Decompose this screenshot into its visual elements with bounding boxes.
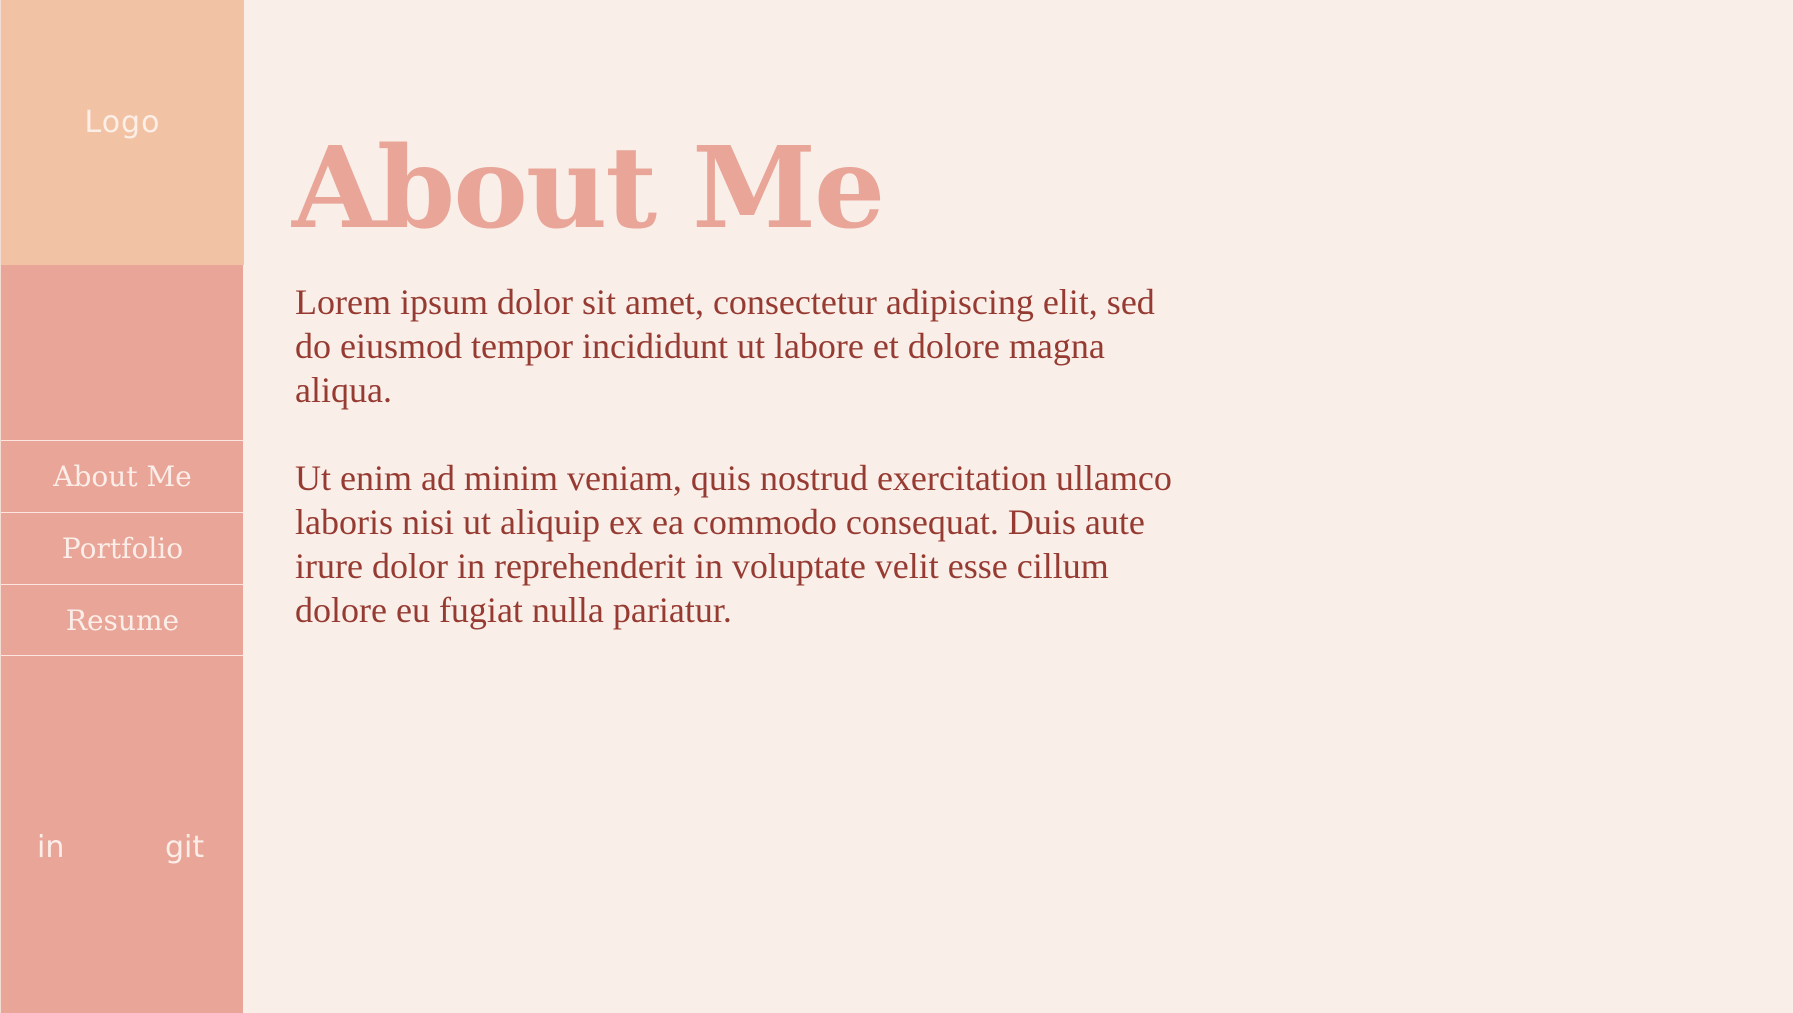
page-title: About Me bbox=[292, 123, 885, 254]
nav-item-resume[interactable]: Resume bbox=[1, 584, 244, 656]
second-paragraph: Ut enim ad minim veniam, quis nostrud ex… bbox=[295, 457, 1172, 630]
sidebar: Logo About Me Portfolio Resume in git bbox=[0, 0, 244, 1013]
linkedin-link[interactable]: in bbox=[37, 830, 64, 865]
intro-paragraph: Lorem ipsum dolor sit amet, consectetur … bbox=[295, 281, 1155, 410]
nav-item-portfolio[interactable]: Portfolio bbox=[1, 512, 244, 584]
logo-block[interactable]: Logo bbox=[1, 0, 244, 265]
social-links: in git bbox=[1, 830, 244, 880]
main-content: About Me Lorem ipsum dolor sit amet, con… bbox=[292, 123, 1192, 632]
github-link[interactable]: git bbox=[165, 830, 204, 865]
logo[interactable]: Logo bbox=[85, 105, 161, 140]
nav-item-about-me[interactable]: About Me bbox=[1, 440, 244, 512]
sidebar-nav: About Me Portfolio Resume bbox=[1, 440, 244, 656]
